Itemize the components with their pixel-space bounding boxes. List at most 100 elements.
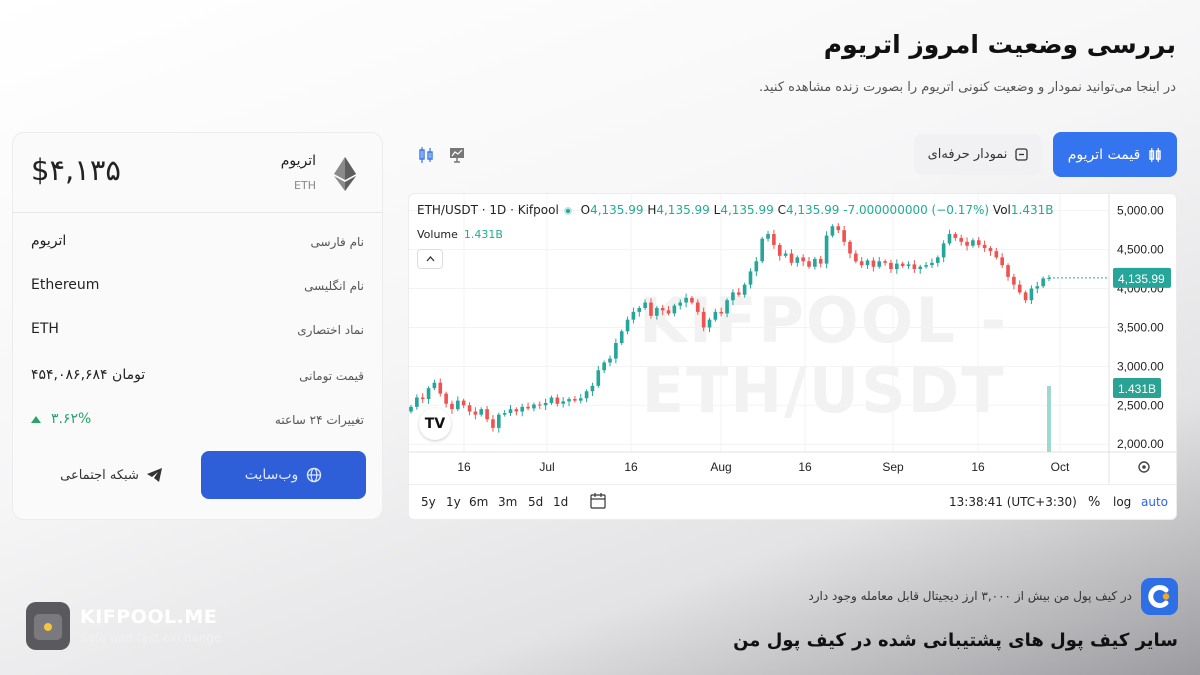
candle-body	[590, 385, 595, 392]
candle-body	[573, 399, 577, 401]
social-button[interactable]: شبکه اجتماعی	[31, 451, 191, 499]
log-toggle[interactable]: log	[1113, 495, 1131, 509]
candle-body	[848, 241, 852, 254]
candle-body	[532, 404, 536, 409]
row-24h-change: تغییرات ۲۴ ساعته ۳.۶۲%	[31, 411, 364, 433]
indicators-button[interactable]	[411, 140, 441, 170]
h-label: H	[647, 203, 657, 217]
brand-tagline: Safe and fast exchange	[80, 631, 222, 645]
calendar-icon[interactable]	[589, 492, 607, 510]
candle-body	[496, 414, 501, 428]
candle-body	[701, 311, 706, 328]
candle-body	[719, 311, 724, 314]
candle-body	[578, 398, 583, 401]
clock-time[interactable]: 13:38:41 (UTC+3:30)	[949, 495, 1077, 509]
range-5y[interactable]: 5y	[421, 495, 436, 509]
candle-body	[1029, 288, 1034, 301]
y-tick-label: 5,000.00	[1117, 204, 1164, 218]
candle-body	[830, 226, 835, 236]
vol-value: 1.431B	[1010, 203, 1054, 217]
candle-body	[432, 382, 437, 389]
candle-body	[906, 264, 911, 266]
row-value: ۴۵۴,۰۸۶,۶۸۴ تومان	[31, 367, 146, 383]
coin-info-card: $۴,۱۳۵ اتریوم ETH نام فارسی اتریوم نام ا…	[12, 132, 383, 520]
x-tick-label: 16	[457, 460, 471, 474]
candle-body	[637, 307, 642, 312]
volume-value: 1.431B	[463, 228, 503, 241]
volume-tag-text: 1.431B	[1118, 382, 1156, 396]
row-value: اتریوم	[31, 233, 67, 249]
candle-body	[731, 292, 735, 301]
social-label: شبکه اجتماعی	[60, 467, 139, 483]
tradingview-logo[interactable]: TV	[419, 408, 451, 440]
candle-body	[666, 310, 671, 314]
tab-pro-label: نمودار حرفه‌ای	[927, 147, 1008, 162]
ethereum-icon	[334, 157, 356, 191]
percent-toggle[interactable]: %	[1088, 495, 1100, 510]
candle-body	[965, 241, 969, 246]
candle-body	[426, 388, 431, 400]
candle-indicator-icon	[419, 147, 433, 163]
candle-body	[508, 409, 513, 414]
volume-legend: Volume 1.431B	[417, 228, 503, 241]
range-6m[interactable]: 6m	[469, 495, 488, 509]
website-button[interactable]: وب‌سایت	[201, 451, 366, 499]
candle-body	[655, 307, 659, 316]
chevron-up-icon	[426, 256, 434, 262]
candle-body	[748, 271, 753, 285]
candle-body	[982, 244, 987, 249]
range-3m[interactable]: 3m	[498, 495, 517, 509]
price-chart[interactable]: KIFPOOL - ETH/USDT 5,000.00 4,500.00 4,000…	[408, 193, 1177, 520]
coin-header: $۴,۱۳۵ اتریوم ETH	[13, 133, 382, 213]
symbol-title: ETH/USDT · 1D · Kifpool	[417, 203, 559, 217]
range-1y[interactable]: 1y	[446, 495, 461, 509]
candle-body	[690, 297, 694, 303]
l-value: 4,135.99	[720, 203, 774, 217]
wallet-icon	[34, 614, 62, 640]
candle-body	[947, 234, 952, 244]
candle-body	[959, 237, 964, 242]
candle-body	[754, 261, 759, 272]
chart-canvas[interactable]: 5,000.004,500.004,000.003,500.003,000.00…	[409, 194, 1177, 520]
range-1d[interactable]: 1d	[553, 495, 568, 509]
candle-body	[725, 300, 729, 314]
candle-body	[924, 265, 928, 267]
x-tick-label: Oct	[1051, 460, 1070, 474]
collapse-legend-button[interactable]	[417, 249, 443, 269]
telegram-icon	[146, 468, 162, 482]
x-tick-label: Sep	[882, 460, 904, 474]
candle-body	[514, 409, 519, 412]
candle-body	[614, 343, 618, 359]
presentation-icon	[450, 148, 464, 163]
candle-body	[988, 248, 993, 252]
o-label: O	[580, 203, 591, 217]
candle-body	[625, 319, 630, 332]
website-label: وب‌سایت	[244, 467, 299, 483]
y-tick-label: 3,000.00	[1117, 359, 1164, 373]
candle-body	[444, 393, 448, 404]
candle-body	[438, 382, 443, 394]
candle-body	[549, 397, 554, 403]
candle-body	[502, 413, 507, 415]
candle-body	[772, 234, 776, 245]
candle-body	[935, 257, 940, 263]
auto-toggle[interactable]: auto	[1141, 495, 1168, 509]
tab-ethereum-price[interactable]: قیمت اتریوم	[1053, 132, 1177, 177]
candle-body	[854, 253, 858, 262]
candle-body	[818, 258, 823, 264]
coin-price: $۴,۱۳۵	[31, 153, 121, 187]
candle-body	[631, 311, 636, 320]
o-value: 4,135.99	[590, 203, 644, 217]
row-label: قیمت تومانی	[299, 369, 364, 383]
row-persian-name: نام فارسی اتریوم	[31, 233, 364, 255]
candle-body	[766, 234, 770, 239]
candle-body	[567, 399, 571, 402]
tab-pro-chart[interactable]: نمودار حرفه‌ای	[914, 134, 1042, 175]
candle-body	[584, 391, 589, 399]
range-5d[interactable]: 5d	[528, 495, 543, 509]
presentation-button[interactable]	[442, 140, 472, 170]
volume-label: Volume	[417, 228, 458, 241]
candle-body	[467, 405, 472, 412]
candle-body	[736, 292, 741, 295]
candle-body	[561, 401, 565, 404]
